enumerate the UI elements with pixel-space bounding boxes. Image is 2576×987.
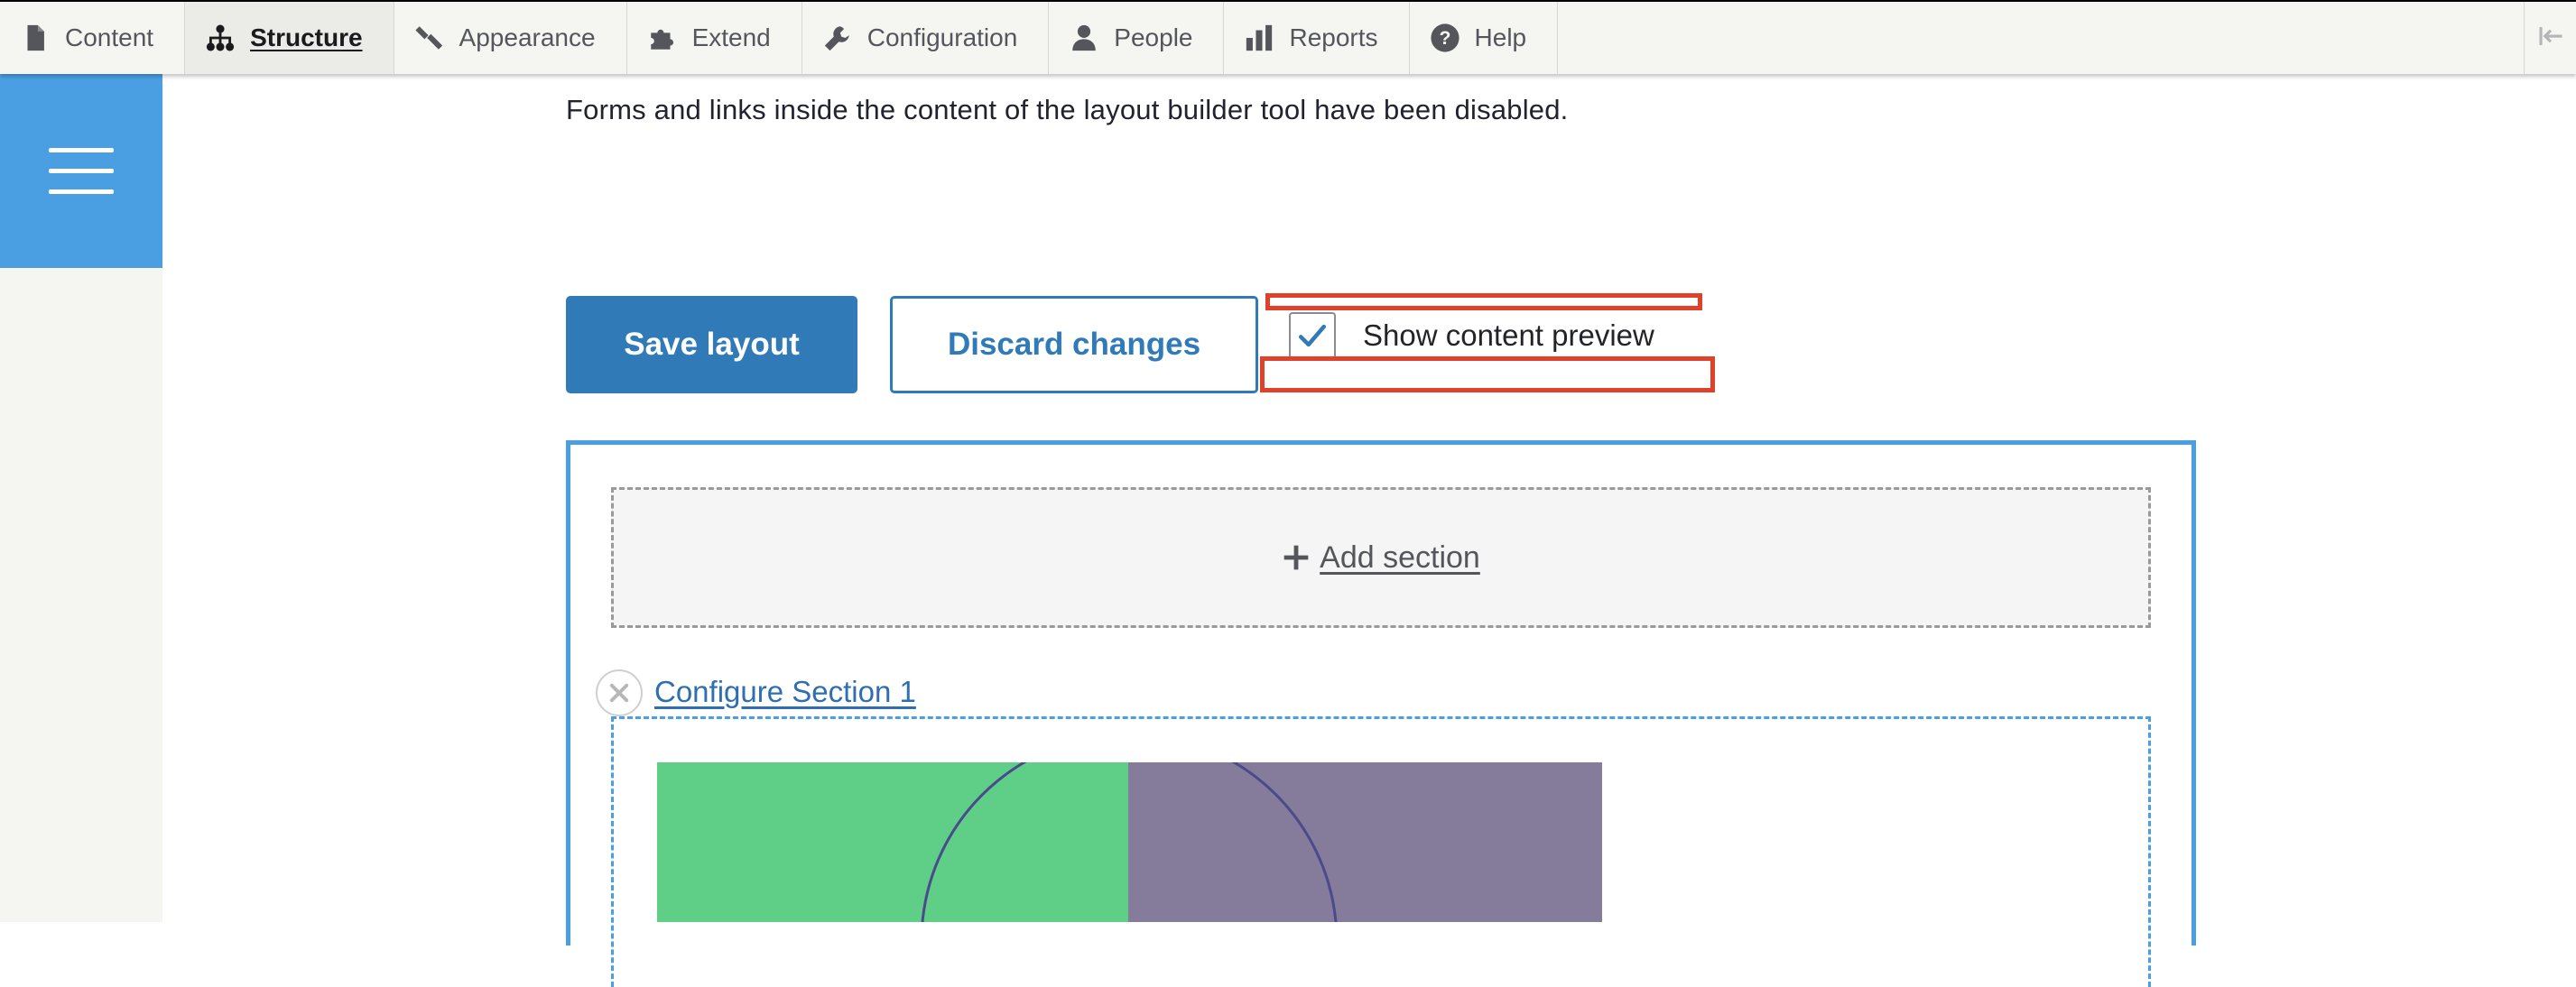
person-icon (1069, 23, 1099, 53)
menu-bar-icon (49, 169, 114, 173)
plus-icon (1283, 545, 1309, 570)
discard-changes-button[interactable]: Discard changes (890, 296, 1258, 393)
file-icon (20, 23, 51, 53)
toolbar-item-label: People (1114, 23, 1193, 51)
toolbar-item-help[interactable]: ? Help (1410, 2, 1559, 74)
sitemap-icon (205, 23, 236, 53)
toolbar-item-label: Extend (691, 23, 771, 51)
toolbar-item-people[interactable]: People (1049, 2, 1225, 74)
content-preview-label: Show content preview (1363, 318, 1654, 352)
toolbar-item-label: Appearance (459, 23, 596, 51)
add-section-label: Add section (1320, 540, 1480, 575)
toolbar-item-reports[interactable]: Reports (1224, 2, 1410, 74)
highlight-box-top (1265, 293, 1702, 310)
menu-bar-icon (49, 189, 114, 194)
save-layout-button[interactable]: Save layout (566, 296, 857, 393)
remove-section-icon[interactable] (596, 669, 643, 716)
toolbar-item-label: Content (65, 23, 154, 51)
toolbar-item-label: Structure (250, 23, 363, 51)
hamburger-menu-button[interactable] (0, 74, 162, 268)
toolbar-item-content[interactable]: Content (0, 2, 186, 74)
toolbar-item-appearance[interactable]: Appearance (394, 2, 627, 74)
configure-section-link[interactable]: Configure Section 1 (654, 675, 916, 709)
toolbar-item-extend[interactable]: Extend (627, 2, 802, 74)
checkmark-icon (1298, 324, 1327, 347)
toolbar-item-label: Help (1474, 23, 1527, 51)
tray-orientation-toggle[interactable] (2524, 2, 2576, 74)
content-image (657, 762, 1602, 922)
content-preview-checkbox[interactable] (1289, 312, 1336, 359)
menu-bar-icon (49, 148, 114, 152)
add-section-link[interactable]: Add section (611, 487, 2151, 628)
toolbar-item-label: Reports (1289, 23, 1378, 51)
admin-toolbar: Content Structure Appearance Extend Conf… (0, 0, 2576, 74)
highlight-box-bottom (1260, 356, 1715, 392)
puzzle-icon (647, 23, 678, 53)
svg-text:?: ? (1439, 27, 1450, 49)
toolbar-item-configuration[interactable]: Configuration (802, 2, 1050, 74)
paint-brush-icon (414, 23, 445, 53)
toolbar-item-structure[interactable]: Structure (185, 2, 394, 74)
layout-builder-notice: Forms and links inside the content of th… (566, 94, 1569, 125)
show-content-preview-toggle[interactable]: Show content preview (1289, 310, 1654, 361)
collapse-tray-icon (2537, 23, 2564, 54)
help-icon: ? (1430, 23, 1460, 53)
wrench-icon (822, 23, 853, 53)
bar-chart-icon (1244, 23, 1274, 53)
toolbar-item-label: Configuration (866, 23, 1018, 51)
